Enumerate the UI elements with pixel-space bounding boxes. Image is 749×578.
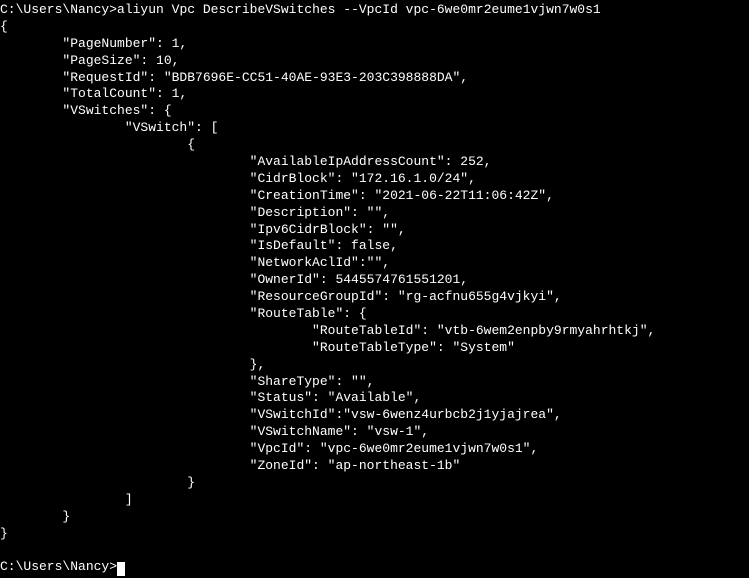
json-line: { [0, 19, 8, 34]
json-line: "RouteTableId": "vtb-6wem2enpby9rmyahrht… [0, 323, 655, 338]
json-line: "RequestId": "BDB7696E-CC51-40AE-93E3-20… [0, 70, 468, 85]
json-line: "ShareType": "", [0, 374, 374, 389]
json-line: "IsDefault": false, [0, 238, 398, 253]
json-line: "ResourceGroupId": "rg-acfnu655g4vjkyi", [0, 289, 562, 304]
json-line: { [0, 137, 195, 152]
json-line: "CidrBlock": "172.16.1.0/24", [0, 171, 476, 186]
json-line: "RouteTableType": "System" [0, 340, 515, 355]
cursor[interactable] [117, 562, 125, 576]
prompt-path: C:\Users\Nancy> [0, 559, 117, 574]
terminal-output[interactable]: C:\Users\Nancy>aliyun Vpc DescribeVSwitc… [0, 0, 749, 578]
json-line: "VSwitchName": "vsw-1", [0, 424, 429, 439]
json-line: "VSwitch": [ [0, 120, 218, 135]
json-line: "PageNumber": 1, [0, 36, 187, 51]
json-line: "Ipv6CidrBlock": "", [0, 222, 406, 237]
json-line: "OwnerId": 5445574761551201, [0, 272, 468, 287]
prompt-path: C:\Users\Nancy> [0, 2, 117, 17]
json-line: "NetworkAclId":"", [0, 255, 390, 270]
json-line: ] [0, 492, 133, 507]
json-line: }, [0, 357, 265, 372]
json-line: "RouteTable": { [0, 306, 367, 321]
json-line: "TotalCount": 1, [0, 86, 187, 101]
json-line: "VSwitchId":"vsw-6wenz4urbcb2j1yjajrea", [0, 407, 562, 422]
json-line: "Status": "Available", [0, 390, 421, 405]
json-line: } [0, 509, 70, 524]
json-line: } [0, 526, 8, 541]
json-line: "AvailableIpAddressCount": 252, [0, 154, 491, 169]
json-line: "PageSize": 10, [0, 53, 179, 68]
json-line: "CreationTime": "2021-06-22T11:06:42Z", [0, 188, 554, 203]
command-text: aliyun Vpc DescribeVSwitches --VpcId vpc… [117, 2, 601, 17]
json-line: "ZoneId": "ap-northeast-1b" [0, 458, 460, 473]
json-line: } [0, 475, 195, 490]
json-line: "VSwitches": { [0, 103, 172, 118]
json-line: "VpcId": "vpc-6we0mr2eume1vjwn7w0s1", [0, 441, 538, 456]
json-line: "Description": "", [0, 205, 390, 220]
